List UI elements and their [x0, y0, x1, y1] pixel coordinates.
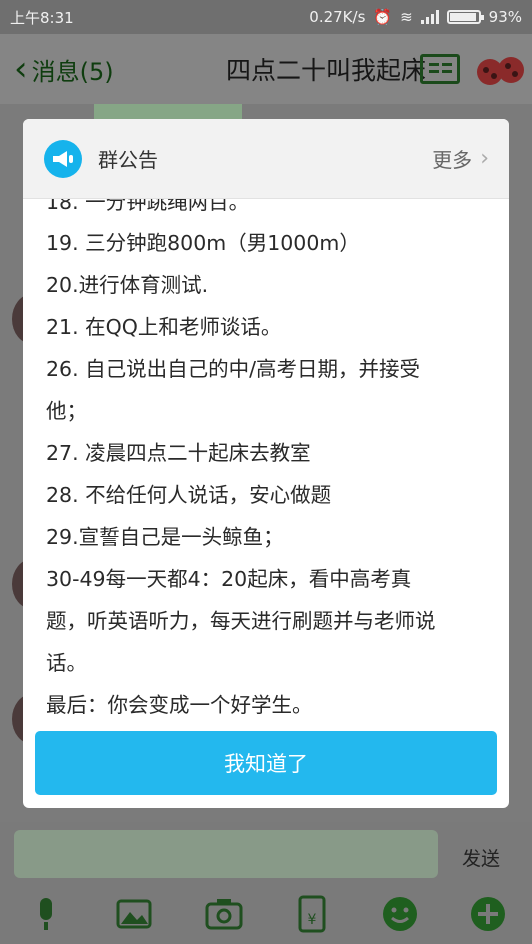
announcement-line: 19. 三分钟跑800m（男1000m） — [46, 231, 360, 255]
dialog-title: 群公告 — [98, 148, 158, 172]
announcement-line: 21. 在QQ上和老师谈话。 — [46, 315, 282, 339]
announcement-line: 27. 凌晨四点二十起床去教室 — [46, 441, 311, 465]
chevron-right-icon[interactable]: › — [480, 146, 489, 171]
announcement-line: 29.宣誓自己是一头鲸鱼； — [46, 525, 284, 549]
network-speed: 0.27K/s — [309, 8, 366, 26]
wifi-icon: ≋ — [400, 8, 413, 26]
status-time: 上午8:31 — [10, 8, 74, 27]
battery-icon — [446, 10, 484, 24]
announcement-line: 他； — [46, 399, 87, 423]
signal-icon — [420, 10, 439, 24]
nav-bar: ‹ 消息(5) 四点二十叫我起床 — [0, 34, 532, 104]
battery-percent: 93% — [488, 8, 522, 26]
chevron-left-icon: ‹ — [14, 49, 28, 89]
confirm-button[interactable]: 我知道了 — [35, 731, 497, 795]
camera-icon[interactable] — [204, 894, 244, 934]
ladybug-avatar-icon[interactable] — [474, 48, 526, 90]
microphone-icon[interactable] — [26, 894, 66, 934]
emoji-icon[interactable] — [380, 894, 420, 934]
announcement-line: 20.进行体育测试. — [46, 273, 209, 297]
alarm-icon: ⏰ — [373, 8, 393, 26]
battery-fill — [449, 13, 476, 21]
send-button[interactable]: 发送 — [462, 844, 500, 871]
announcement-line: 最后：你会变成一个好学生。 — [46, 693, 313, 717]
plus-icon[interactable] — [468, 894, 508, 934]
input-bar: 发送 — [0, 822, 532, 888]
status-bar: 上午8:31 0.27K/s ⏰ ≋ 93% — [0, 0, 532, 34]
megaphone-icon — [44, 139, 82, 178]
announcement-line: 30-49每一天都4：20起床，看中高考真 — [46, 567, 412, 591]
dialog-header: 群公告 更多 › — [23, 119, 509, 199]
image-icon[interactable] — [114, 894, 154, 934]
announcement-line: 28. 不给任何人说话，安心做题 — [46, 483, 332, 507]
announcement-line: 26. 自己说出自己的中/高考日期，并接受 — [46, 357, 421, 381]
announcement-line: 18. 一分钟跳绳两百。 — [46, 199, 250, 214]
announcement-line: 题，听英语听力，每天进行刷题并与老师说 — [46, 609, 436, 633]
announcement-line: 话。 — [46, 651, 87, 675]
red-packet-icon[interactable]: ¥ — [292, 894, 332, 934]
more-link[interactable]: 更多 — [432, 144, 472, 173]
announcement-content[interactable]: 18. 一分钟跳绳两百。 19. 三分钟跑800m（男1000m） 20.进行体… — [23, 199, 509, 719]
group-profile-icon[interactable] — [420, 54, 460, 84]
back-button[interactable]: ‹ 消息(5) — [0, 52, 150, 87]
svg-text:¥: ¥ — [308, 912, 317, 928]
group-announcement-dialog: 群公告 更多 › 18. 一分钟跳绳两百。 19. 三分钟跑800m（男1000… — [23, 119, 509, 808]
back-label: 消息(5) — [31, 57, 114, 86]
status-right: 0.27K/s ⏰ ≋ 93% — [309, 8, 522, 26]
bottom-toolbar: ¥ — [0, 888, 532, 944]
message-input[interactable] — [14, 830, 438, 878]
